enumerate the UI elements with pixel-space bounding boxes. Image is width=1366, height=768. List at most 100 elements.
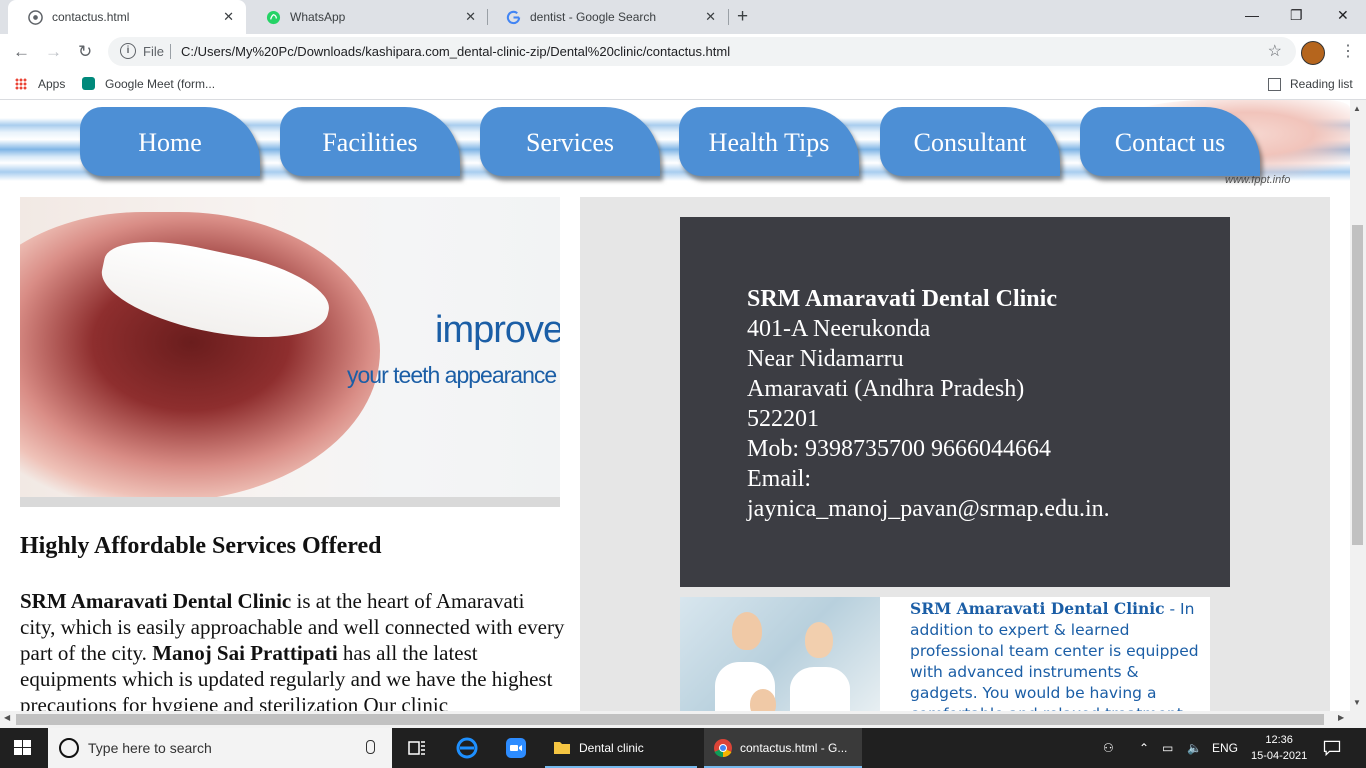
- vertical-scrollbar[interactable]: ▲ ▼: [1350, 100, 1366, 711]
- taskbar-search[interactable]: Type here to search: [48, 728, 392, 768]
- reading-list-button[interactable]: Reading list: [1290, 70, 1353, 98]
- profile-avatar[interactable]: [1301, 41, 1325, 65]
- minimize-button[interactable]: —: [1245, 0, 1259, 30]
- browser-menu-icon[interactable]: ⋮: [1340, 34, 1356, 70]
- browser-toolbar: ← → ↻ i File C:/Users/My%20Pc/Downloads/…: [0, 34, 1366, 70]
- taskbar-clock[interactable]: 12:36 15-04-2021: [1251, 732, 1307, 764]
- doctor-face: [732, 612, 762, 650]
- page-viewport: www.fppt.info Home Facilities Services H…: [0, 100, 1350, 711]
- notifications-icon[interactable]: [1322, 738, 1342, 758]
- email-address: jaynica_manoj_pavan@srmap.edu.in.: [747, 496, 1110, 522]
- contact-details: SRM Amaravati Dental Clinic 401-A Neeruk…: [747, 284, 1110, 524]
- tab-title: WhatsApp: [290, 10, 346, 24]
- contact-title: SRM Amaravati Dental Clinic: [747, 286, 1057, 312]
- tab-separator: [728, 9, 729, 25]
- tab-contactus[interactable]: contactus.html ✕: [8, 0, 246, 34]
- bookmarks-bar: Apps Google Meet (form... Reading list: [0, 70, 1366, 100]
- tab-whatsapp[interactable]: WhatsApp ✕: [246, 0, 488, 34]
- services-heading: Highly Affordable Services Offered: [20, 533, 382, 559]
- bookmark-star-icon[interactable]: ☆: [1268, 37, 1282, 66]
- zoom-icon[interactable]: [504, 736, 528, 760]
- close-tab-icon[interactable]: ✕: [223, 0, 234, 34]
- whatsapp-icon: [266, 10, 281, 25]
- nav-health-tips[interactable]: Health Tips: [679, 107, 859, 176]
- taskbar-app-label: Dental clinic: [579, 741, 644, 755]
- scheme-label: File: [143, 44, 164, 59]
- hero-image: improve your teeth appearance: [20, 197, 560, 497]
- nav-home[interactable]: Home: [80, 107, 260, 176]
- address-line: Amaravati (Andhra Pradesh): [747, 376, 1025, 402]
- team-photo: [680, 597, 880, 711]
- chrome-icon: [714, 739, 732, 758]
- doctor-name: Manoj Sai Prattipati: [152, 641, 338, 665]
- nav-services[interactable]: Services: [480, 107, 660, 176]
- close-tab-icon[interactable]: ✕: [705, 0, 716, 34]
- taskbar-app-dental-clinic[interactable]: Dental clinic: [545, 728, 697, 768]
- taskbar-app-label: contactus.html - G...: [740, 741, 848, 755]
- scroll-left-icon[interactable]: ◀: [4, 713, 10, 722]
- tab-title: contactus.html: [52, 10, 130, 24]
- new-tab-button[interactable]: +: [737, 0, 748, 34]
- microphone-icon[interactable]: [366, 740, 375, 754]
- close-window-button[interactable]: ✕: [1337, 0, 1349, 30]
- scroll-down-icon[interactable]: ▼: [1353, 698, 1361, 707]
- team-description: SRM Amaravati Dental Clinic - In additio…: [880, 597, 1210, 711]
- search-placeholder: Type here to search: [88, 740, 212, 756]
- tab-strip: contactus.html ✕ WhatsApp ✕ dentist - Go…: [0, 0, 1366, 34]
- hero-underline: [20, 497, 560, 507]
- nav-facilities[interactable]: Facilities: [280, 107, 460, 176]
- edge-icon[interactable]: [455, 736, 479, 760]
- horizontal-scrollbar[interactable]: ◀ ▶: [0, 711, 1366, 728]
- email-label: Email:: [747, 466, 811, 492]
- google-icon: [506, 10, 521, 25]
- nav-consultant[interactable]: Consultant: [880, 107, 1060, 176]
- reload-button[interactable]: ↻: [78, 34, 92, 70]
- phone-numbers: Mob: 9398735700 9666044664: [747, 436, 1052, 462]
- postal-code: 522201: [747, 406, 819, 432]
- apps-grid-icon: [15, 78, 27, 90]
- google-meet-icon: [82, 77, 95, 90]
- scroll-up-icon[interactable]: ▲: [1353, 104, 1361, 113]
- address-bar[interactable]: i File C:/Users/My%20Pc/Downloads/kaship…: [108, 37, 1296, 66]
- vertical-scroll-thumb[interactable]: [1352, 225, 1363, 545]
- clock-date: 15-04-2021: [1251, 750, 1308, 762]
- people-icon[interactable]: ⚇: [1103, 728, 1114, 768]
- windows-start-button[interactable]: [14, 740, 32, 756]
- tab-title: dentist - Google Search: [530, 10, 657, 24]
- taskbar-app-chrome[interactable]: contactus.html - G...: [704, 728, 862, 768]
- reading-list-icon: [1268, 78, 1281, 91]
- url-text[interactable]: C:/Users/My%20Pc/Downloads/kashipara.com…: [181, 37, 730, 66]
- language-indicator[interactable]: ENG: [1212, 728, 1238, 768]
- globe-icon: [28, 10, 43, 25]
- doctor-figure: [790, 667, 850, 711]
- omnibox-separator: [170, 44, 171, 59]
- maximize-button[interactable]: ❐: [1290, 0, 1303, 30]
- hero-subline: your teeth appearance: [347, 362, 557, 388]
- cortana-icon: [59, 738, 79, 758]
- horizontal-scroll-thumb[interactable]: [16, 714, 1324, 725]
- bookmark-apps[interactable]: Apps: [38, 70, 65, 98]
- windows-taskbar: Type here to search Dental clinic contac…: [0, 728, 1366, 768]
- tab-google-search[interactable]: dentist - Google Search ✕: [486, 0, 728, 34]
- folder-icon: [554, 742, 570, 754]
- battery-icon[interactable]: ▭: [1162, 728, 1173, 768]
- bookmark-google-meet[interactable]: Google Meet (form...: [105, 70, 215, 98]
- back-button[interactable]: ←: [13, 34, 30, 70]
- team-clinic-name: SRM Amaravati Dental Clinic: [910, 599, 1165, 618]
- services-paragraph: SRM Amaravati Dental Clinic is at the he…: [20, 588, 565, 711]
- hero-headline: improve: [435, 309, 560, 351]
- address-line: 401-A Neerukonda: [747, 316, 931, 342]
- scroll-right-icon[interactable]: ▶: [1338, 713, 1344, 722]
- clock-time: 12:36: [1265, 734, 1293, 746]
- clinic-name: SRM Amaravati Dental Clinic: [20, 589, 292, 613]
- volume-icon[interactable]: 🔈: [1187, 728, 1202, 768]
- task-view-icon[interactable]: [405, 736, 429, 760]
- address-line: Near Nidamarru: [747, 346, 904, 372]
- nav-contact-us[interactable]: Contact us: [1080, 107, 1260, 176]
- doctor-face: [750, 689, 776, 711]
- show-hidden-icons[interactable]: ⌃: [1139, 728, 1149, 768]
- close-tab-icon[interactable]: ✕: [465, 0, 476, 34]
- site-info-icon[interactable]: i: [120, 43, 136, 59]
- doctor-face: [805, 622, 833, 658]
- forward-button[interactable]: →: [45, 34, 62, 70]
